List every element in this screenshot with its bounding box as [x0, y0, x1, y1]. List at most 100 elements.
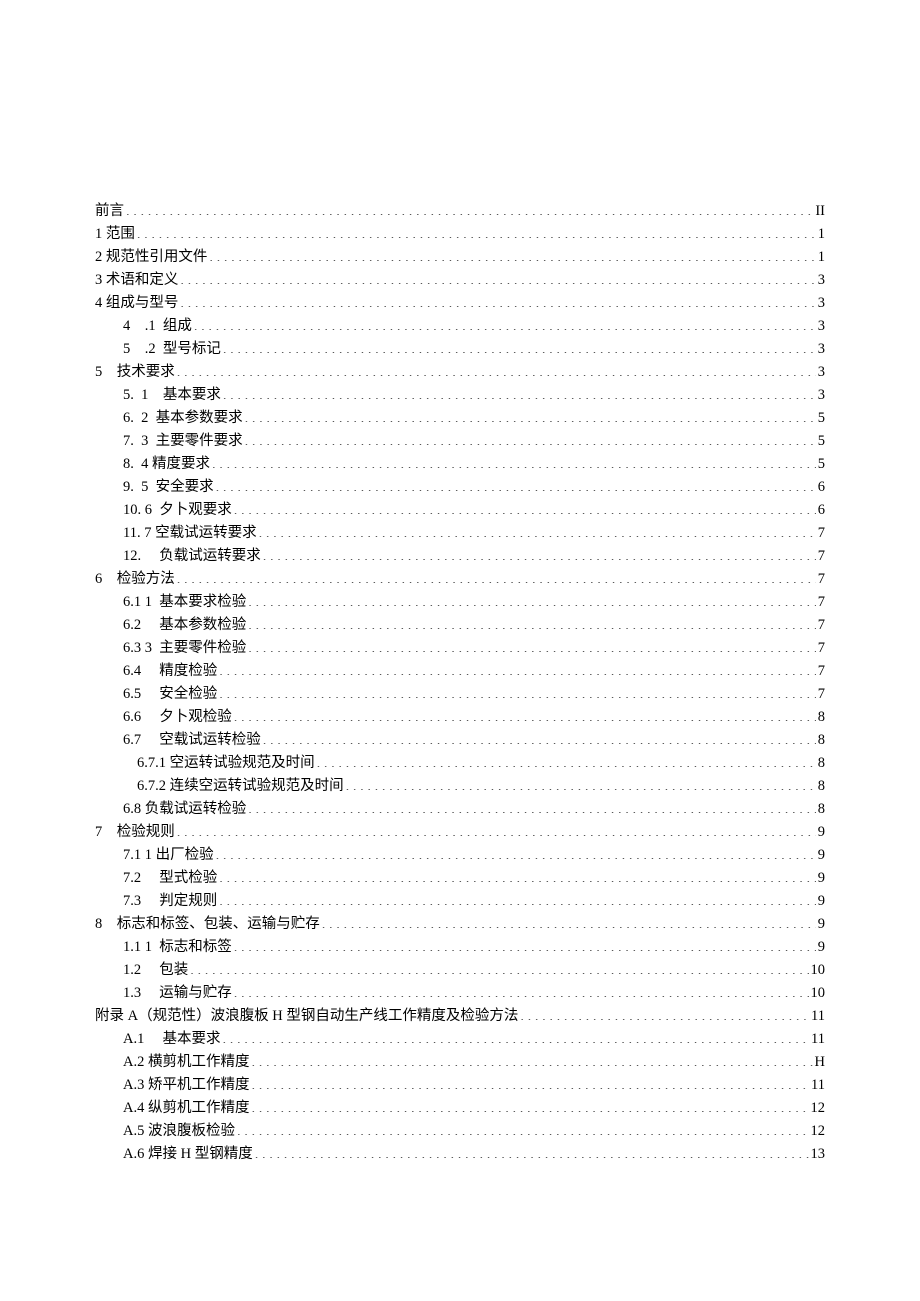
- toc-entry: 8. 4 精度要求5: [123, 453, 825, 476]
- toc-entry: 7.2 型式检验 9: [123, 867, 825, 890]
- toc-page-number: H: [815, 1051, 825, 1074]
- toc-leader: [248, 799, 816, 814]
- toc-entry: A.3 矫平机工作精度 11: [123, 1074, 825, 1097]
- toc-entry: 1.2 包装 10: [123, 959, 825, 982]
- toc-leader: [177, 362, 816, 377]
- toc-page-number: 5: [818, 430, 825, 453]
- toc-page: 前言II1 范围12 规范性引用文件13 术语和定义34 组成与型号34 .1 …: [0, 0, 920, 1301]
- toc-label: A.3 矫平机工作精度: [123, 1074, 249, 1097]
- toc-entry: 11. 7 空载试运转要求 7: [123, 522, 825, 545]
- toc-label: 10. 6 夕卜观要求: [123, 499, 232, 522]
- toc-entry: A.6 焊接 H 型钢精度13: [123, 1143, 825, 1166]
- toc-label: 1 范围: [95, 223, 135, 246]
- toc-leader: [255, 1144, 809, 1159]
- toc-label: 6.6 夕卜观检验: [123, 706, 232, 729]
- toc-label: 7.1 1 出厂检验: [123, 844, 214, 867]
- toc-label: 8 标志和标签、包装、运输与贮存: [95, 913, 320, 936]
- toc-page-number: 9: [818, 821, 825, 844]
- toc-label: 5 技术要求: [95, 361, 175, 384]
- toc-page-number: 1: [818, 223, 825, 246]
- toc-label: 5 .2 型号标记: [123, 338, 221, 361]
- toc-page-number: II: [815, 200, 825, 223]
- toc-entry: 6.4 精度检验7: [123, 660, 825, 683]
- toc-label: 4 .1 组成: [123, 315, 192, 338]
- toc-leader: [259, 523, 816, 538]
- toc-leader: [177, 822, 816, 837]
- toc-leader: [180, 293, 815, 308]
- toc-leader: [126, 201, 813, 216]
- toc-entry: 6.8 负载试运转检验 8: [123, 798, 825, 821]
- toc-page-number: 11: [811, 1028, 825, 1051]
- toc-label: 6.8 负载试运转检验: [123, 798, 246, 821]
- toc-leader: [219, 891, 816, 906]
- toc-leader: [263, 730, 816, 745]
- toc-entry: 6.6 夕卜观检验 8: [123, 706, 825, 729]
- toc-page-number: 8: [818, 798, 825, 821]
- toc-page-number: 9: [818, 844, 825, 867]
- toc-entry: 7 检验规则9: [95, 821, 825, 844]
- toc-leader: [219, 661, 816, 676]
- toc-label: 9. 5 安全要求: [123, 476, 214, 499]
- toc-leader: [234, 500, 816, 515]
- toc-label: A.6 焊接 H 型钢精度: [123, 1143, 253, 1166]
- toc-entry: 6.7 空载试运转检验8: [123, 729, 825, 752]
- toc-label: 8. 4 精度要求: [123, 453, 210, 476]
- toc-entry: A.1 基本要求 11: [123, 1028, 825, 1051]
- toc-entry: 6 检验方法7: [95, 568, 825, 591]
- toc-entry: 6.1 1 基本要求检验7: [123, 591, 825, 614]
- toc-leader: [248, 592, 816, 607]
- toc-leader: [137, 224, 816, 239]
- toc-label: 1.2 包装: [123, 959, 188, 982]
- toc-page-number: 8: [818, 775, 825, 798]
- toc-leader: [222, 1029, 809, 1044]
- toc-page-number: 7: [818, 522, 825, 545]
- toc-label: 5. 1 基本要求: [123, 384, 221, 407]
- toc-label: 1.3 运输与贮存: [123, 982, 232, 1005]
- toc-entry: 9. 5 安全要求 6: [123, 476, 825, 499]
- toc-entry: A.2 横剪机工作精度H: [123, 1051, 825, 1074]
- toc-entry: 5 .2 型号标记3: [123, 338, 825, 361]
- toc-label: A.5 波浪腹板检验: [123, 1120, 235, 1143]
- toc-entry: A.5 波浪腹板检验 12: [123, 1120, 825, 1143]
- toc-entry: 5 技术要求 3: [95, 361, 825, 384]
- toc-leader: [245, 431, 816, 446]
- toc-entry: 2 规范性引用文件 1: [95, 246, 825, 269]
- toc-leader: [223, 385, 816, 400]
- toc-label: 7.2 型式检验: [123, 867, 217, 890]
- toc-page-number: 10: [811, 982, 826, 1005]
- toc-entry: 7.1 1 出厂检验 9: [123, 844, 825, 867]
- toc-label: 11. 7 空载试运转要求: [123, 522, 257, 545]
- toc-page-number: 3: [818, 361, 825, 384]
- toc-entry: 7. 3 主要零件要求5: [123, 430, 825, 453]
- toc-page-number: 6: [818, 476, 825, 499]
- toc-leader: [234, 937, 816, 952]
- toc-leader: [317, 753, 816, 768]
- toc-page-number: 3: [818, 315, 825, 338]
- toc-page-number: 7: [818, 683, 825, 706]
- toc-label: 3 术语和定义: [95, 269, 178, 292]
- toc-entry: 5. 1 基本要求3: [123, 384, 825, 407]
- toc-label: 4 组成与型号: [95, 292, 178, 315]
- toc-page-number: 8: [818, 752, 825, 775]
- toc-page-number: 11: [811, 1074, 825, 1097]
- toc-page-number: 7: [818, 660, 825, 683]
- toc-leader: [237, 1121, 809, 1136]
- toc-page-number: 7: [818, 591, 825, 614]
- toc-page-number: 11: [811, 1005, 825, 1028]
- toc-page-number: 8: [818, 706, 825, 729]
- toc-label: A.1 基本要求: [123, 1028, 220, 1051]
- toc-page-number: 1: [818, 246, 825, 269]
- toc-label: 1.1 1 标志和标签: [123, 936, 232, 959]
- toc-entry: 3 术语和定义3: [95, 269, 825, 292]
- toc-leader: [251, 1052, 812, 1067]
- toc-entry: 6.2 基本参数检验7: [123, 614, 825, 637]
- toc-page-number: 12: [811, 1120, 826, 1143]
- toc-page-number: 7: [818, 614, 825, 637]
- toc-entry: 1.1 1 标志和标签9: [123, 936, 825, 959]
- toc-page-number: 7: [818, 568, 825, 591]
- toc-page-number: 10: [811, 959, 826, 982]
- toc-leader: [209, 247, 815, 262]
- toc-label: 6.7.1 空运转试验规范及时间: [137, 752, 315, 775]
- toc-page-number: 9: [818, 867, 825, 890]
- toc-label: 2 规范性引用文件: [95, 246, 207, 269]
